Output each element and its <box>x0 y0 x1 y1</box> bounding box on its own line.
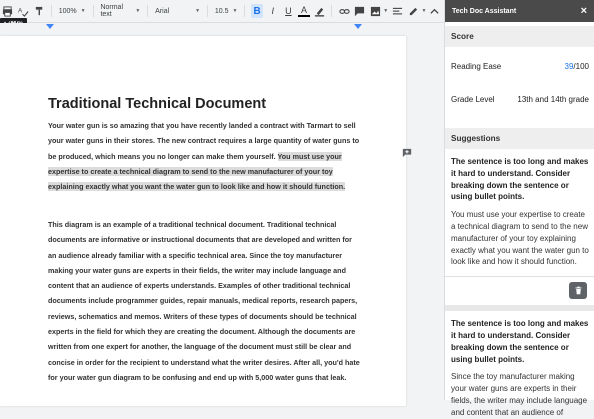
print-icon[interactable] <box>2 4 14 18</box>
chevron-down-icon: ▼ <box>135 8 141 14</box>
chevron-down-icon: ▼ <box>195 8 201 14</box>
style-select[interactable]: Normal text ▼ <box>100 4 140 18</box>
font-value: Arial <box>155 7 170 15</box>
grade-level-row: Grade Level 13th and 14th grade <box>445 84 594 114</box>
link-icon[interactable] <box>338 4 350 18</box>
panel-title: Tech Doc Assistant <box>452 7 517 15</box>
image-icon[interactable] <box>370 4 382 18</box>
zoom-select[interactable]: 100% ▼ <box>59 8 86 15</box>
text-color-button[interactable]: A <box>298 5 310 17</box>
paragraph[interactable]: This diagram is an example of a traditio… <box>48 217 360 385</box>
tech-doc-assistant-panel: Tech Doc Assistant × Score Reading Ease … <box>444 0 594 417</box>
zoom-value: 100% <box>58 7 77 15</box>
grade-level-label: Grade Level <box>451 94 495 104</box>
toolbar-divider <box>207 5 208 17</box>
collapse-menu-icon[interactable] <box>428 4 440 18</box>
suggestion-heading: The sentence is too long and makes it ha… <box>451 319 589 364</box>
toolbar-divider <box>147 5 149 17</box>
chevron-down-icon: ▼ <box>80 8 86 14</box>
document-page[interactable]: Traditional Technical Document Your wate… <box>0 36 406 406</box>
add-comment-icon[interactable] <box>400 146 413 159</box>
suggestion-card[interactable]: The sentence is too long and makes it ha… <box>445 149 594 305</box>
toolbar-divider <box>331 5 333 17</box>
left-indent-marker[interactable] <box>46 24 54 29</box>
right-indent-marker[interactable] <box>354 24 362 29</box>
paint-format-icon[interactable] <box>33 4 45 18</box>
toolbar-divider <box>50 5 52 17</box>
paragraph[interactable]: Your water gun is so amazing that you ha… <box>48 118 360 194</box>
close-icon[interactable]: × <box>581 5 587 17</box>
suggestions-section-title: Suggestions <box>445 128 594 149</box>
toolbar-divider <box>244 5 246 17</box>
document-area: Traditional Technical Document Your wate… <box>0 32 444 406</box>
font-size-select[interactable]: 10.5 ▼ <box>215 8 238 15</box>
suggestion-heading: The sentence is too long and makes it ha… <box>451 157 589 202</box>
scrollbar[interactable] <box>437 34 442 396</box>
delete-suggestion-button[interactable] <box>569 282 587 300</box>
chevron-down-icon[interactable]: ▼ <box>383 8 388 14</box>
reading-ease-value: 39/100 <box>565 62 589 71</box>
font-select[interactable]: Arial ▼ <box>155 8 200 15</box>
reading-ease-row: Reading Ease 39/100 <box>445 51 594 81</box>
suggestion-actions <box>445 276 594 305</box>
italic-button[interactable]: I <box>267 4 279 18</box>
suggestion-card[interactable]: The sentence is too long and makes it ha… <box>445 311 594 418</box>
chevron-down-icon: ▼ <box>232 8 238 14</box>
reading-ease-max: /100 <box>573 61 589 71</box>
underline-button[interactable]: U <box>283 4 295 18</box>
highlight-icon[interactable] <box>314 4 326 18</box>
toolbar: A 100% ▼ Normal text ▼ Arial ▼ 10.5 ▼ B … <box>0 0 444 30</box>
suggestion-body: You must use your expertise to create a … <box>451 210 589 267</box>
document-title[interactable]: Traditional Technical Document <box>48 96 266 112</box>
panel-header: Tech Doc Assistant × <box>445 0 594 22</box>
grade-level-value: 13th and 14th grade <box>517 94 589 104</box>
bold-button[interactable]: B <box>251 4 263 18</box>
ruler <box>0 23 444 32</box>
align-left-icon[interactable] <box>392 4 404 18</box>
font-size-value: 10.5 <box>214 7 229 15</box>
spellcheck-icon[interactable]: A <box>18 4 30 18</box>
style-value: Normal text <box>100 4 123 18</box>
chevron-down-icon[interactable]: ▼ <box>421 8 426 14</box>
comment-icon[interactable] <box>354 4 366 18</box>
toolbar-divider <box>92 5 94 17</box>
trash-icon <box>575 286 581 295</box>
suggestion-body: Since the toy manufacturer making your w… <box>451 372 588 417</box>
edit-mode-icon[interactable] <box>408 4 420 18</box>
score-section-title: Score <box>445 26 594 47</box>
svg-text:A: A <box>18 7 23 14</box>
reading-ease-label: Reading Ease <box>451 61 502 71</box>
